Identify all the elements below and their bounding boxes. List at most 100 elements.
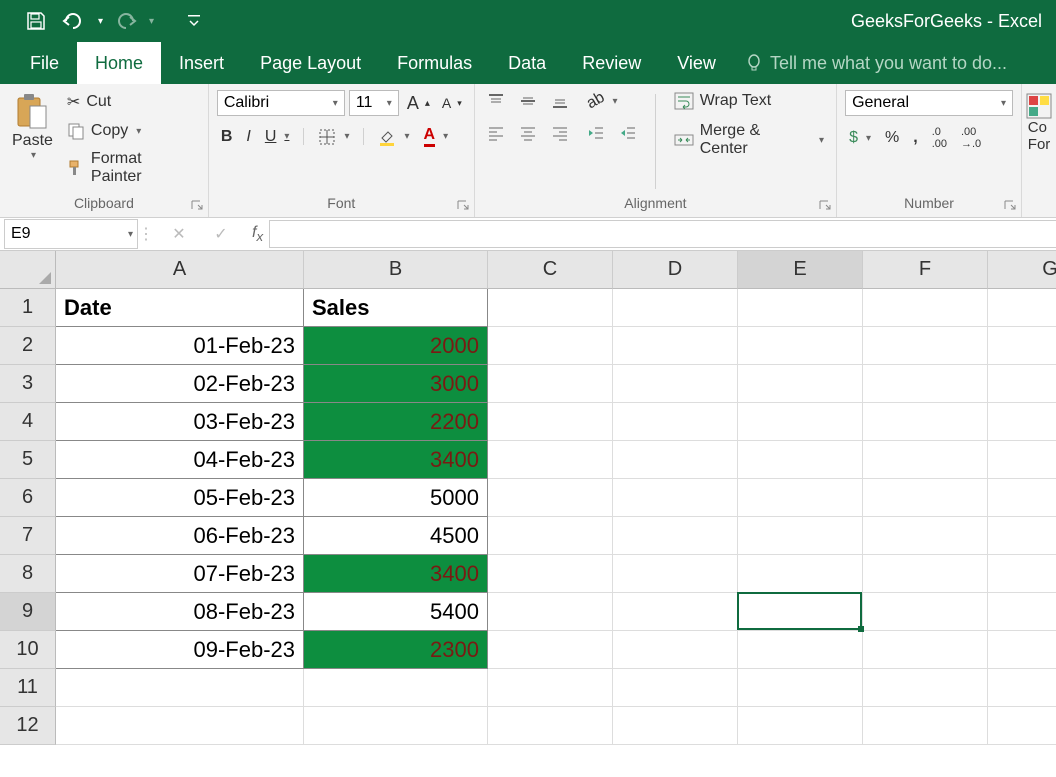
- cell-B10[interactable]: 2300: [304, 631, 488, 669]
- cell-F5[interactable]: [863, 441, 988, 479]
- increase-decimal-button[interactable]: .0.00: [928, 124, 951, 152]
- cell-F11[interactable]: [863, 669, 988, 707]
- cell-E1[interactable]: [738, 289, 863, 327]
- save-button[interactable]: [20, 5, 52, 37]
- cell-B5[interactable]: 3400: [304, 441, 488, 479]
- merge-center-button[interactable]: Merge & Center ▾: [670, 120, 828, 160]
- cell-C11[interactable]: [488, 669, 613, 707]
- cell-G12[interactable]: [988, 707, 1056, 745]
- column-header-G[interactable]: G: [988, 251, 1056, 289]
- cell-F7[interactable]: [863, 517, 988, 555]
- copy-button[interactable]: Copy ▾: [63, 120, 200, 142]
- cell-E7[interactable]: [738, 517, 863, 555]
- cell-B9[interactable]: 5400: [304, 593, 488, 631]
- cell-C5[interactable]: [488, 441, 613, 479]
- column-header-D[interactable]: D: [613, 251, 738, 289]
- cell-D6[interactable]: [613, 479, 738, 517]
- row-header-11[interactable]: 11: [0, 669, 56, 707]
- cell-D7[interactable]: [613, 517, 738, 555]
- borders-button[interactable]: ▾: [314, 126, 353, 148]
- dialog-launcher-icon[interactable]: [190, 199, 204, 213]
- align-center-button[interactable]: [515, 122, 541, 144]
- cell-F3[interactable]: [863, 365, 988, 403]
- align-top-button[interactable]: [483, 90, 509, 112]
- decrease-indent-button[interactable]: [583, 122, 609, 144]
- cell-D10[interactable]: [613, 631, 738, 669]
- undo-button[interactable]: [58, 5, 90, 37]
- select-all-corner[interactable]: [0, 251, 56, 289]
- cell-A1[interactable]: Date: [56, 289, 304, 327]
- cell-E5[interactable]: [738, 441, 863, 479]
- cell-C7[interactable]: [488, 517, 613, 555]
- cell-B4[interactable]: 2200: [304, 403, 488, 441]
- column-header-C[interactable]: C: [488, 251, 613, 289]
- tab-insert[interactable]: Insert: [161, 42, 242, 84]
- cell-D4[interactable]: [613, 403, 738, 441]
- cell-B11[interactable]: [304, 669, 488, 707]
- align-bottom-button[interactable]: [547, 90, 573, 112]
- cell-A11[interactable]: [56, 669, 304, 707]
- cell-G6[interactable]: [988, 479, 1056, 517]
- row-header-6[interactable]: 6: [0, 479, 56, 517]
- cell-D12[interactable]: [613, 707, 738, 745]
- cell-G3[interactable]: [988, 365, 1056, 403]
- underline-button[interactable]: U▾: [261, 126, 294, 148]
- cell-E4[interactable]: [738, 403, 863, 441]
- tell-me-search[interactable]: Tell me what you want to do...: [734, 42, 1007, 84]
- cell-C1[interactable]: [488, 289, 613, 327]
- cell-F4[interactable]: [863, 403, 988, 441]
- name-box[interactable]: E9▾: [4, 219, 138, 249]
- cell-G4[interactable]: [988, 403, 1056, 441]
- row-header-4[interactable]: 4: [0, 403, 56, 441]
- cut-button[interactable]: ✂ Cut: [63, 90, 200, 114]
- decrease-font-button[interactable]: A▾: [438, 93, 466, 113]
- cell-D11[interactable]: [613, 669, 738, 707]
- cell-E11[interactable]: [738, 669, 863, 707]
- percent-button[interactable]: %: [881, 127, 903, 149]
- tab-data[interactable]: Data: [490, 42, 564, 84]
- cell-F1[interactable]: [863, 289, 988, 327]
- cell-B6[interactable]: 5000: [304, 479, 488, 517]
- cell-C10[interactable]: [488, 631, 613, 669]
- align-middle-button[interactable]: [515, 90, 541, 112]
- cell-C2[interactable]: [488, 327, 613, 365]
- cell-C12[interactable]: [488, 707, 613, 745]
- increase-indent-button[interactable]: [615, 122, 641, 144]
- align-left-button[interactable]: [483, 122, 509, 144]
- paste-button[interactable]: Paste ▾: [8, 90, 57, 163]
- cell-B7[interactable]: 4500: [304, 517, 488, 555]
- cell-A9[interactable]: 08-Feb-23: [56, 593, 304, 631]
- cell-C3[interactable]: [488, 365, 613, 403]
- cell-E12[interactable]: [738, 707, 863, 745]
- tab-review[interactable]: Review: [564, 42, 659, 84]
- column-header-F[interactable]: F: [863, 251, 988, 289]
- conditional-formatting-button[interactable]: Co For: [1030, 90, 1048, 155]
- cell-C6[interactable]: [488, 479, 613, 517]
- cell-E2[interactable]: [738, 327, 863, 365]
- row-header-5[interactable]: 5: [0, 441, 56, 479]
- cell-A8[interactable]: 07-Feb-23: [56, 555, 304, 593]
- cell-A7[interactable]: 06-Feb-23: [56, 517, 304, 555]
- font-name-select[interactable]: Calibri▾: [217, 90, 345, 116]
- currency-button[interactable]: $▾: [845, 127, 875, 149]
- cell-C9[interactable]: [488, 593, 613, 631]
- cell-A3[interactable]: 02-Feb-23: [56, 365, 304, 403]
- row-header-12[interactable]: 12: [0, 707, 56, 745]
- tab-view[interactable]: View: [659, 42, 734, 84]
- column-header-A[interactable]: A: [56, 251, 304, 289]
- cell-G9[interactable]: [988, 593, 1056, 631]
- redo-button[interactable]: [109, 5, 141, 37]
- decrease-decimal-button[interactable]: .00→.0: [957, 124, 985, 152]
- cell-E8[interactable]: [738, 555, 863, 593]
- cell-C4[interactable]: [488, 403, 613, 441]
- cell-B8[interactable]: 3400: [304, 555, 488, 593]
- tab-page-layout[interactable]: Page Layout: [242, 42, 379, 84]
- cell-D9[interactable]: [613, 593, 738, 631]
- cell-D1[interactable]: [613, 289, 738, 327]
- cell-A5[interactable]: 04-Feb-23: [56, 441, 304, 479]
- wrap-text-button[interactable]: Wrap Text: [670, 90, 828, 112]
- cell-B3[interactable]: 3000: [304, 365, 488, 403]
- column-header-E[interactable]: E: [738, 251, 863, 289]
- cell-G10[interactable]: [988, 631, 1056, 669]
- cell-F10[interactable]: [863, 631, 988, 669]
